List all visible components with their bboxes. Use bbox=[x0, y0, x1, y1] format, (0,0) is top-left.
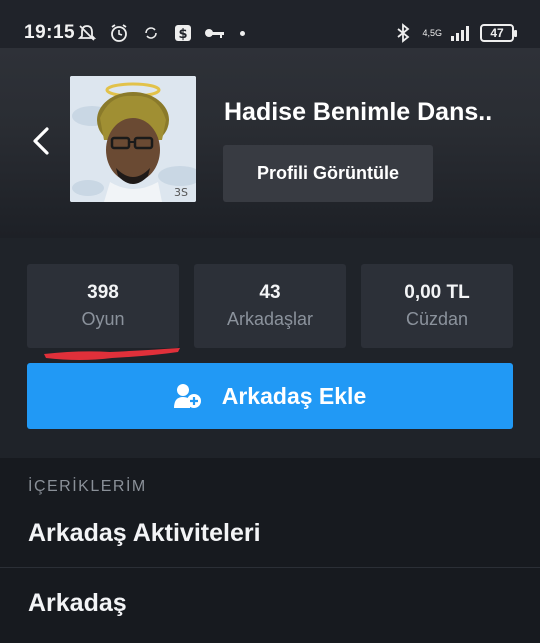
add-user-icon bbox=[173, 384, 201, 408]
stat-friends[interactable]: 43 Arkadaşlar bbox=[194, 264, 346, 348]
bluetooth-icon bbox=[392, 22, 414, 44]
view-profile-button[interactable]: Profili Görüntüle bbox=[223, 145, 433, 202]
status-time: 19:15 bbox=[24, 22, 76, 43]
stat-value: 398 bbox=[87, 282, 119, 303]
signal-icon bbox=[450, 22, 472, 44]
sync-icon bbox=[140, 22, 162, 44]
muted-bell-icon bbox=[76, 22, 98, 44]
chevron-left-icon bbox=[33, 127, 49, 155]
stat-value: 0,00 TL bbox=[404, 282, 470, 303]
add-friend-label: Arkadaş Ekle bbox=[221, 382, 367, 409]
alarm-icon bbox=[108, 22, 130, 44]
svg-text:$: $ bbox=[178, 27, 187, 42]
add-friend-button[interactable]: Arkadaş Ekle bbox=[27, 363, 513, 429]
back-button[interactable] bbox=[26, 124, 56, 158]
notification-dot bbox=[240, 30, 245, 36]
avatar[interactable]: 3S bbox=[70, 76, 196, 202]
stat-wallet[interactable]: 0,00 TL Cüzdan bbox=[361, 264, 513, 348]
svg-text:3S: 3S bbox=[174, 186, 188, 199]
list-item-friend-activity[interactable]: Arkadaş Aktiviteleri bbox=[0, 501, 540, 565]
dollar-icon: $ bbox=[172, 22, 194, 44]
stat-label: Arkadaşlar bbox=[226, 309, 314, 329]
status-icons-right: 4,5G 47 bbox=[392, 22, 517, 44]
profile-header: 3S Hadise Benimle Dans.. Profili Görüntü… bbox=[0, 48, 540, 238]
status-icons-left: $ bbox=[76, 22, 245, 44]
battery-indicator: 47 bbox=[480, 24, 517, 42]
list-item-friends[interactable]: Arkadaş bbox=[0, 571, 540, 635]
divider bbox=[0, 567, 540, 568]
profile-name: Hadise Benimle Dans.. bbox=[224, 98, 493, 126]
key-icon bbox=[204, 22, 226, 44]
stat-label: Cüzdan bbox=[405, 309, 469, 329]
stat-label: Oyun bbox=[81, 309, 125, 329]
network-type-label: 4,5G bbox=[422, 27, 442, 38]
stat-games[interactable]: 398 Oyun bbox=[27, 264, 179, 348]
stat-value: 43 bbox=[259, 282, 281, 303]
section-title: İÇERİKLERİM bbox=[28, 478, 147, 495]
